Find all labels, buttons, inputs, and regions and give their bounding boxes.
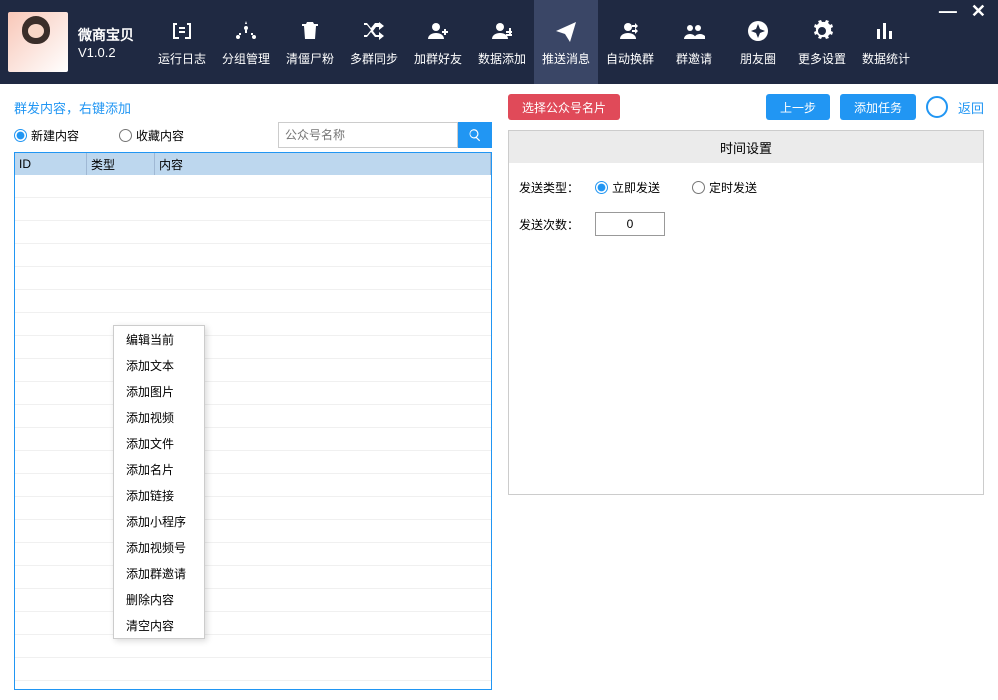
left-panel: 群发内容，右键添加 新建内容 收藏内容 ID 类型 内容 xyxy=(14,94,492,690)
context-menu: 编辑当前添加文本添加图片添加视频添加文件添加名片添加链接添加小程序添加视频号添加… xyxy=(113,325,205,639)
log-icon xyxy=(169,18,195,44)
menu-item[interactable]: 添加名片 xyxy=(114,456,204,482)
search-button[interactable] xyxy=(458,122,492,148)
search-input[interactable] xyxy=(278,122,458,148)
stats-icon xyxy=(873,18,899,44)
toolbar-label: 数据统计 xyxy=(862,50,910,67)
settings-title: 时间设置 xyxy=(509,131,983,163)
menu-item[interactable]: 添加小程序 xyxy=(114,508,204,534)
right-panel: 选择公众号名片 上一步 添加任务 返回 时间设置 发送类型： 立即发送 xyxy=(508,94,984,690)
toolbar-label: 更多设置 xyxy=(798,50,846,67)
toolbar-trash[interactable]: 清僵尸粉 xyxy=(278,0,342,84)
toolbar-moments[interactable]: 朋友圈 xyxy=(726,0,790,84)
add-task-button[interactable]: 添加任务 xyxy=(840,94,916,120)
toolbar-stats[interactable]: 数据统计 xyxy=(854,0,918,84)
toolbar-label: 多群同步 xyxy=(350,50,398,67)
toolbar-send[interactable]: 推送消息 xyxy=(534,0,598,84)
menu-item[interactable]: 清空内容 xyxy=(114,612,204,638)
window-controls: — ✕ xyxy=(935,2,990,20)
adduser2-icon xyxy=(489,18,515,44)
radio-send-scheduled-input[interactable] xyxy=(692,181,705,194)
app-header: 微商宝贝 V1.0.2 运行日志 分组管理 清僵尸粉 多群同步 加群好友 数据添… xyxy=(0,0,998,84)
menu-item[interactable]: 编辑当前 xyxy=(114,326,204,352)
time-settings-panel: 时间设置 发送类型： 立即发送 定时发送 发送次数： xyxy=(508,130,984,495)
app-version: V1.0.2 xyxy=(78,45,134,60)
toolbar-label: 推送消息 xyxy=(542,50,590,67)
toolbar-group[interactable]: 分组管理 xyxy=(214,0,278,84)
radio-send-scheduled[interactable]: 定时发送 xyxy=(692,179,757,196)
toolbar-label: 分组管理 xyxy=(222,50,270,67)
toolbar-label: 清僵尸粉 xyxy=(286,50,334,67)
toolbar-adduser2[interactable]: 数据添加 xyxy=(470,0,534,84)
radio-new-label: 新建内容 xyxy=(31,127,79,144)
back-link[interactable]: 返回 xyxy=(958,98,984,117)
menu-item[interactable]: 添加文本 xyxy=(114,352,204,378)
chevron-left-icon xyxy=(932,102,942,112)
toolbar-label: 自动换群 xyxy=(606,50,654,67)
gear-icon xyxy=(809,18,835,44)
send-type-label: 发送类型： xyxy=(519,179,583,196)
radio-send-scheduled-label: 定时发送 xyxy=(709,179,757,196)
toolbar-userswap[interactable]: 自动换群 xyxy=(598,0,662,84)
content-table: ID 类型 内容 xyxy=(14,152,492,690)
app-name: 微商宝贝 xyxy=(78,25,134,45)
search-box xyxy=(278,122,492,148)
send-count-input[interactable] xyxy=(595,212,665,236)
table-body[interactable] xyxy=(15,175,491,689)
menu-item[interactable]: 添加群邀请 xyxy=(114,560,204,586)
settings-body: 发送类型： 立即发送 定时发送 发送次数： xyxy=(509,163,983,252)
col-id: ID xyxy=(15,153,87,175)
radio-send-now-label: 立即发送 xyxy=(612,179,660,196)
close-button[interactable]: ✕ xyxy=(967,2,990,20)
group-icon xyxy=(233,18,259,44)
toolbar-log[interactable]: 运行日志 xyxy=(150,0,214,84)
menu-item[interactable]: 添加视频号 xyxy=(114,534,204,560)
app-logo xyxy=(8,12,68,72)
send-count-label: 发送次数： xyxy=(519,216,583,233)
toolbar-label: 加群好友 xyxy=(414,50,462,67)
menu-item[interactable]: 添加链接 xyxy=(114,482,204,508)
menu-item[interactable]: 添加文件 xyxy=(114,430,204,456)
toolbar-gear[interactable]: 更多设置 xyxy=(790,0,854,84)
send-count-row: 发送次数： xyxy=(519,212,973,236)
send-icon xyxy=(553,18,579,44)
radio-fav-label: 收藏内容 xyxy=(136,127,184,144)
toolbar-label: 朋友圈 xyxy=(740,50,776,67)
right-top-buttons: 选择公众号名片 上一步 添加任务 返回 xyxy=(508,94,984,120)
left-controls-row: 新建内容 收藏内容 xyxy=(14,127,492,144)
col-content: 内容 xyxy=(155,153,491,175)
menu-item[interactable]: 添加视频 xyxy=(114,404,204,430)
search-icon xyxy=(468,128,482,142)
menu-item[interactable]: 删除内容 xyxy=(114,586,204,612)
invite-icon xyxy=(681,18,707,44)
main-toolbar: 运行日志 分组管理 清僵尸粉 多群同步 加群好友 数据添加 推送消息 自动换群 xyxy=(150,0,918,84)
toolbar-shuffle[interactable]: 多群同步 xyxy=(342,0,406,84)
radio-new-input[interactable] xyxy=(14,129,27,142)
toolbar-label: 群邀请 xyxy=(676,50,712,67)
select-card-button[interactable]: 选择公众号名片 xyxy=(508,94,620,120)
prev-step-button[interactable]: 上一步 xyxy=(766,94,830,120)
toolbar-invite[interactable]: 群邀请 xyxy=(662,0,726,84)
radio-fav-input[interactable] xyxy=(119,129,132,142)
userswap-icon xyxy=(617,18,643,44)
radio-send-now-input[interactable] xyxy=(595,181,608,194)
radio-fav-content[interactable]: 收藏内容 xyxy=(119,127,184,144)
menu-item[interactable]: 添加图片 xyxy=(114,378,204,404)
toolbar-adduser[interactable]: 加群好友 xyxy=(406,0,470,84)
adduser-icon xyxy=(425,18,451,44)
moments-icon xyxy=(745,18,771,44)
minimize-button[interactable]: — xyxy=(935,2,961,20)
col-type: 类型 xyxy=(87,153,155,175)
radio-new-content[interactable]: 新建内容 xyxy=(14,127,79,144)
app-title-block: 微商宝贝 V1.0.2 xyxy=(78,25,134,60)
trash-icon xyxy=(297,18,323,44)
toolbar-label: 运行日志 xyxy=(158,50,206,67)
table-header: ID 类型 内容 xyxy=(15,153,491,175)
radio-send-now[interactable]: 立即发送 xyxy=(595,179,660,196)
shuffle-icon xyxy=(361,18,387,44)
back-arrow-button[interactable] xyxy=(926,96,948,118)
toolbar-label: 数据添加 xyxy=(478,50,526,67)
send-type-row: 发送类型： 立即发送 定时发送 xyxy=(519,179,973,196)
